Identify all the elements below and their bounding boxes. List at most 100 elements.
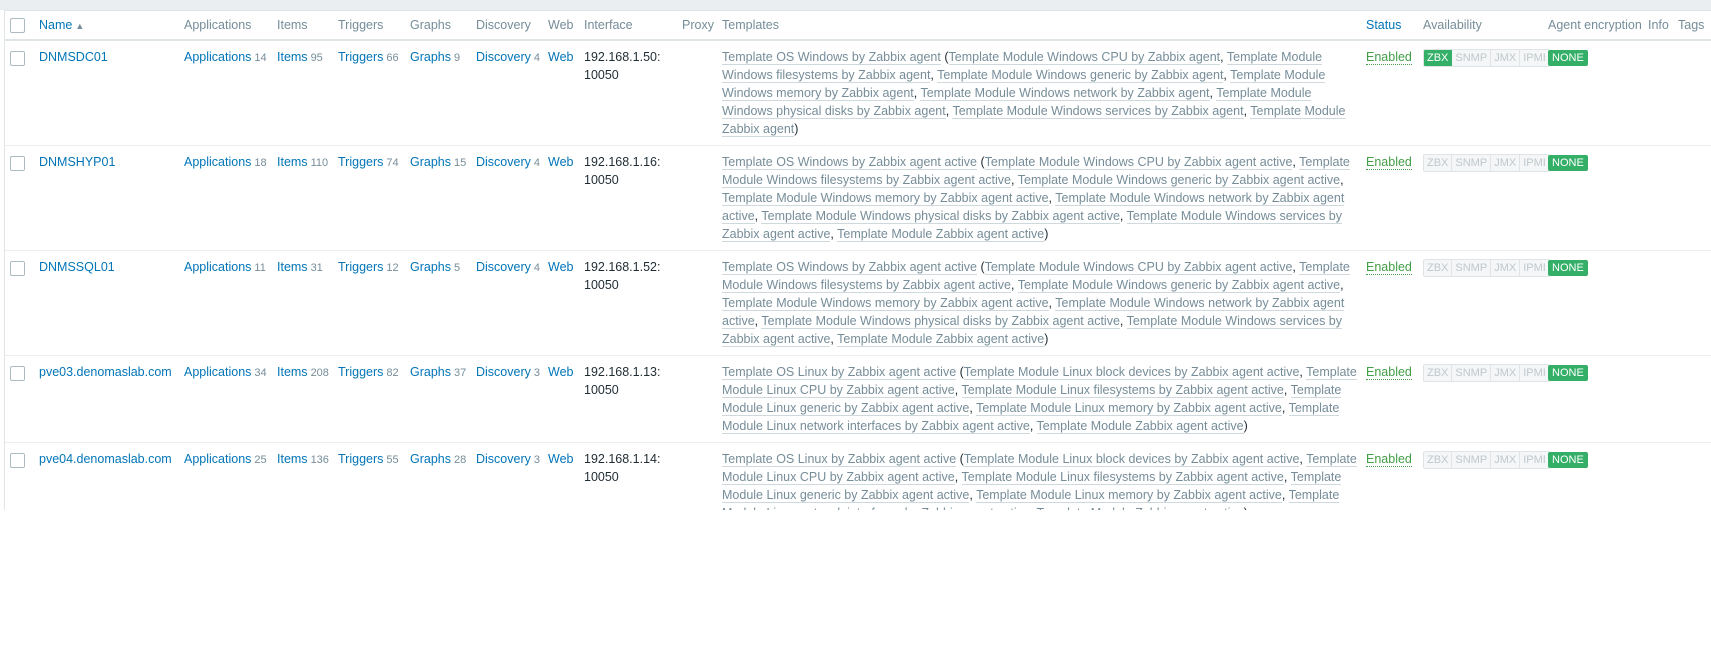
child-template-link[interactable]: Template Module Windows memory by Zabbix… bbox=[722, 296, 1049, 311]
applications-link[interactable]: Applications bbox=[184, 452, 251, 466]
applications-count: 14 bbox=[254, 52, 267, 64]
discovery-link[interactable]: Discovery bbox=[476, 452, 531, 466]
child-template-link[interactable]: Template Module Windows CPU by Zabbix ag… bbox=[984, 155, 1293, 170]
checkbox-cell bbox=[5, 250, 39, 356]
applications-link[interactable]: Applications bbox=[184, 155, 251, 169]
child-template-link[interactable]: Template Module Zabbix agent active bbox=[837, 227, 1045, 242]
child-template-link[interactable]: Template Module Windows physical disks b… bbox=[761, 209, 1120, 224]
host-name-link[interactable]: DNMSDC01 bbox=[39, 50, 108, 64]
row-checkbox[interactable] bbox=[10, 365, 25, 381]
child-template-link[interactable]: Template Module Zabbix agent active bbox=[1036, 419, 1244, 434]
items-link[interactable]: Items bbox=[277, 50, 308, 64]
items-link[interactable]: Items bbox=[277, 155, 308, 169]
status-toggle[interactable]: Enabled bbox=[1366, 50, 1412, 65]
child-template-link[interactable]: Template Module Windows generic by Zabbi… bbox=[1017, 278, 1341, 293]
web-link[interactable]: Web bbox=[548, 155, 573, 169]
graphs-link[interactable]: Graphs bbox=[410, 260, 451, 274]
graphs-link[interactable]: Graphs bbox=[410, 155, 451, 169]
items-link[interactable]: Items bbox=[277, 452, 308, 466]
status-toggle[interactable]: Enabled bbox=[1366, 452, 1412, 467]
template-link[interactable]: Template OS Windows by Zabbix agent acti… bbox=[722, 155, 977, 170]
encryption-cell: NONE bbox=[1548, 355, 1648, 443]
applications-link[interactable]: Applications bbox=[184, 365, 251, 379]
status-toggle[interactable]: Enabled bbox=[1366, 260, 1412, 275]
graphs-link[interactable]: Graphs bbox=[410, 452, 451, 466]
availability-snmp-badge: SNMP bbox=[1452, 50, 1492, 66]
child-template-link[interactable]: Template Module Linux filesystems by Zab… bbox=[961, 470, 1284, 485]
column-status[interactable]: Status bbox=[1366, 11, 1423, 41]
host-name-link[interactable]: DNMSSQL01 bbox=[39, 260, 115, 274]
row-checkbox[interactable] bbox=[10, 452, 25, 468]
graphs-link[interactable]: Graphs bbox=[410, 365, 451, 379]
status-toggle[interactable]: Enabled bbox=[1366, 155, 1412, 170]
applications-cell: Applications 25 bbox=[184, 442, 277, 510]
select-all-checkbox[interactable] bbox=[10, 17, 25, 33]
triggers-link[interactable]: Triggers bbox=[338, 155, 383, 169]
column-name[interactable]: Name ▲ bbox=[39, 11, 184, 41]
web-link[interactable]: Web bbox=[548, 365, 573, 379]
child-template-link[interactable]: Template Module Windows CPU by Zabbix ag… bbox=[948, 50, 1221, 65]
availability-cell: ZBX SNMP JMX IPMI bbox=[1423, 442, 1550, 510]
discovery-link[interactable]: Discovery bbox=[476, 50, 531, 64]
items-link[interactable]: Items bbox=[277, 365, 308, 379]
discovery-link[interactable]: Discovery bbox=[476, 155, 531, 169]
triggers-link[interactable]: Triggers bbox=[338, 50, 383, 64]
proxy-cell bbox=[682, 145, 722, 251]
discovery-link[interactable]: Discovery bbox=[476, 260, 531, 274]
child-template-link[interactable]: Template Module Linux memory by Zabbix a… bbox=[976, 488, 1282, 503]
triggers-cell: Triggers 66 bbox=[338, 40, 410, 146]
host-name-link[interactable]: pve04.denomaslab.com bbox=[39, 452, 172, 466]
child-template-link[interactable]: Template Module Windows network by Zabbi… bbox=[920, 86, 1210, 101]
availability-snmp-badge: SNMP bbox=[1452, 260, 1492, 276]
proxy-cell bbox=[682, 40, 722, 146]
child-template-link[interactable]: Template Module Linux memory by Zabbix a… bbox=[976, 401, 1282, 416]
applications-link[interactable]: Applications bbox=[184, 260, 251, 274]
child-template-link[interactable]: Template Module Windows CPU by Zabbix ag… bbox=[984, 260, 1293, 275]
template-link[interactable]: Template OS Windows by Zabbix agent acti… bbox=[722, 260, 977, 275]
web-link[interactable]: Web bbox=[548, 260, 573, 274]
web-cell: Web bbox=[548, 442, 584, 510]
template-link[interactable]: Template OS Windows by Zabbix agent bbox=[722, 50, 941, 65]
child-template-link[interactable]: Template Module Windows generic by Zabbi… bbox=[1017, 173, 1341, 188]
encryption-cell: NONE bbox=[1548, 442, 1648, 510]
discovery-cell: Discovery 3 bbox=[476, 442, 548, 510]
top-band bbox=[0, 0, 1711, 10]
triggers-count: 74 bbox=[386, 157, 399, 169]
availability-cell: ZBX SNMP JMX IPMI bbox=[1423, 250, 1550, 356]
child-template-link[interactable]: Template Module Windows services by Zabb… bbox=[952, 104, 1244, 119]
web-link[interactable]: Web bbox=[548, 50, 573, 64]
child-template-link[interactable]: Template Module Linux block devices by Z… bbox=[963, 365, 1300, 380]
discovery-link[interactable]: Discovery bbox=[476, 365, 531, 379]
web-link[interactable]: Web bbox=[548, 452, 573, 466]
triggers-link[interactable]: Triggers bbox=[338, 260, 383, 274]
child-template-link[interactable]: Template Module Windows generic by Zabbi… bbox=[937, 68, 1224, 83]
row-checkbox[interactable] bbox=[10, 155, 25, 171]
triggers-link[interactable]: Triggers bbox=[338, 365, 383, 379]
applications-link[interactable]: Applications bbox=[184, 50, 251, 64]
template-link[interactable]: Template OS Linux by Zabbix agent active bbox=[722, 365, 957, 380]
templates-cell: Template OS Linux by Zabbix agent active… bbox=[722, 442, 1366, 510]
row-checkbox[interactable] bbox=[10, 50, 25, 66]
child-template-link[interactable]: Template Module Linux block devices by Z… bbox=[963, 452, 1300, 467]
items-link[interactable]: Items bbox=[277, 260, 308, 274]
checkbox-cell bbox=[5, 145, 39, 251]
graphs-link[interactable]: Graphs bbox=[410, 50, 451, 64]
child-template-link[interactable]: Template Module Windows memory by Zabbix… bbox=[722, 191, 1049, 206]
items-cell: Items 136 bbox=[277, 442, 338, 510]
child-template-link[interactable]: Template Module Linux filesystems by Zab… bbox=[961, 383, 1284, 398]
info-cell bbox=[1648, 40, 1678, 146]
status-toggle[interactable]: Enabled bbox=[1366, 365, 1412, 380]
column-discovery: Discovery bbox=[476, 11, 548, 41]
row-checkbox[interactable] bbox=[10, 260, 25, 276]
triggers-link[interactable]: Triggers bbox=[338, 452, 383, 466]
host-name-link[interactable]: DNMSHYP01 bbox=[39, 155, 115, 169]
column-tags: Tags bbox=[1678, 11, 1711, 41]
web-cell: Web bbox=[548, 250, 584, 356]
host-name-link[interactable]: pve03.denomaslab.com bbox=[39, 365, 172, 379]
discovery-cell: Discovery 4 bbox=[476, 40, 548, 146]
child-template-link[interactable]: Template Module Windows physical disks b… bbox=[761, 314, 1120, 329]
child-template-link[interactable]: Template Module Zabbix agent active bbox=[837, 332, 1045, 347]
template-link[interactable]: Template OS Linux by Zabbix agent active bbox=[722, 452, 957, 467]
child-template-link[interactable]: Template Module Zabbix agent active bbox=[1036, 506, 1244, 510]
encryption-badge: NONE bbox=[1548, 260, 1588, 276]
